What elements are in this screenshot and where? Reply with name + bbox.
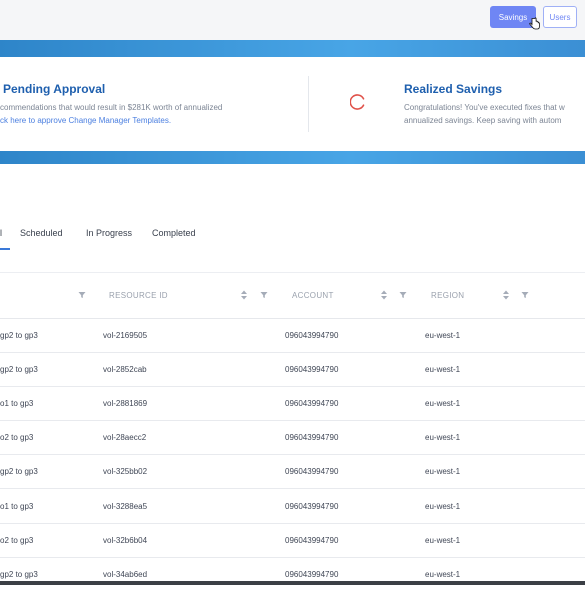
region-cell: eu-west-1 [425, 399, 461, 408]
active-tab-indicator [0, 248, 10, 250]
realized-savings-text-2: annualized savings. Keep saving with aut… [404, 116, 562, 125]
region-cell: eu-west-1 [425, 433, 461, 442]
filter-icon[interactable] [521, 291, 529, 299]
banner-top-stripe [0, 40, 585, 57]
resource-id-cell: vol-32b6b04 [103, 536, 148, 545]
action-cell: o1 to gp3 [0, 399, 34, 408]
resource-id-cell: vol-2852cab [103, 365, 147, 374]
account-cell: 096043994790 [285, 399, 339, 408]
account-cell: 096043994790 [285, 536, 339, 545]
realized-savings-text-1: Congratulations! You've executed fixes t… [404, 103, 565, 112]
resource-id-cell: vol-325bb02 [103, 467, 148, 476]
action-cell: gp2 to gp3 [0, 570, 38, 579]
status-tabs: l Scheduled In Progress Completed [0, 228, 585, 250]
action-cell: gp2 to gp3 [0, 331, 38, 340]
resource-id-cell: vol-28aecc2 [103, 433, 147, 442]
column-header-resource-id[interactable]: RESOURCE ID [109, 291, 168, 300]
account-cell: 096043994790 [285, 365, 339, 374]
region-cell: eu-west-1 [425, 331, 461, 340]
table-row[interactable]: gp2 to gp3 vol-34ab6ed 096043994790 eu-w… [0, 558, 585, 592]
action-cell: gp2 to gp3 [0, 467, 38, 476]
sort-icon[interactable] [380, 290, 388, 300]
hand-cursor-icon [529, 17, 540, 30]
loading-spinner-icon [350, 94, 365, 110]
action-cell: o2 to gp3 [0, 536, 34, 545]
region-cell: eu-west-1 [425, 570, 461, 579]
banner-bottom-stripe [0, 151, 585, 164]
tab-completed[interactable]: Completed [152, 228, 196, 238]
account-cell: 096043994790 [285, 502, 339, 511]
filter-icon[interactable] [78, 291, 86, 299]
resource-id-cell: vol-2881869 [103, 399, 148, 408]
action-cell: o1 to gp3 [0, 502, 34, 511]
resource-id-cell: vol-2169505 [103, 331, 148, 340]
table-row[interactable]: o2 to gp3 vol-28aecc2 096043994790 eu-we… [0, 421, 585, 455]
tab-in-progress[interactable]: In Progress [86, 228, 132, 238]
table-row[interactable]: o1 to gp3 vol-2881869 096043994790 eu-we… [0, 387, 585, 421]
table-row[interactable]: gp2 to gp3 vol-2852cab 096043994790 eu-w… [0, 353, 585, 387]
action-cell: o2 to gp3 [0, 433, 34, 442]
table-row[interactable]: o2 to gp3 vol-32b6b04 096043994790 eu-we… [0, 524, 585, 558]
action-cell: gp2 to gp3 [0, 365, 38, 374]
window-bottom-edge [0, 581, 585, 585]
account-cell: 096043994790 [285, 467, 339, 476]
sort-icon[interactable] [240, 290, 248, 300]
account-cell: 096043994790 [285, 570, 339, 579]
region-cell: eu-west-1 [425, 536, 461, 545]
region-cell: eu-west-1 [425, 502, 461, 511]
filter-icon[interactable] [260, 291, 268, 299]
filter-icon[interactable] [399, 291, 407, 299]
approve-templates-link[interactable]: ck here to approve Change Manager Templa… [0, 114, 171, 127]
tab-all[interactable]: l [0, 228, 2, 238]
resource-id-cell: vol-3288ea5 [103, 502, 148, 511]
realized-savings-title: Realized Savings [404, 82, 503, 96]
table-row[interactable]: gp2 to gp3 vol-2169505 096043994790 eu-w… [0, 319, 585, 353]
account-cell: 096043994790 [285, 331, 339, 340]
account-cell: 096043994790 [285, 433, 339, 442]
tab-scheduled[interactable]: Scheduled [20, 228, 63, 238]
sort-icon[interactable] [502, 290, 510, 300]
region-cell: eu-west-1 [425, 467, 461, 476]
column-header-account[interactable]: ACCOUNT [292, 291, 334, 300]
pending-approval-text: commendations that would result in $281K… [0, 103, 223, 112]
table-header: RESOURCE ID ACCOUNT REGION [0, 272, 585, 319]
resource-id-cell: vol-34ab6ed [103, 570, 148, 579]
top-bar: Savings Users [0, 0, 585, 40]
table-row[interactable]: o1 to gp3 vol-3288ea5 096043994790 eu-we… [0, 490, 585, 524]
pending-approval-title: Pending Approval [3, 82, 106, 96]
users-button[interactable]: Users [543, 6, 577, 28]
card-divider [308, 76, 309, 132]
region-cell: eu-west-1 [425, 365, 461, 374]
column-header-region[interactable]: REGION [431, 291, 464, 300]
table-row[interactable]: gp2 to gp3 vol-325bb02 096043994790 eu-w… [0, 455, 585, 489]
